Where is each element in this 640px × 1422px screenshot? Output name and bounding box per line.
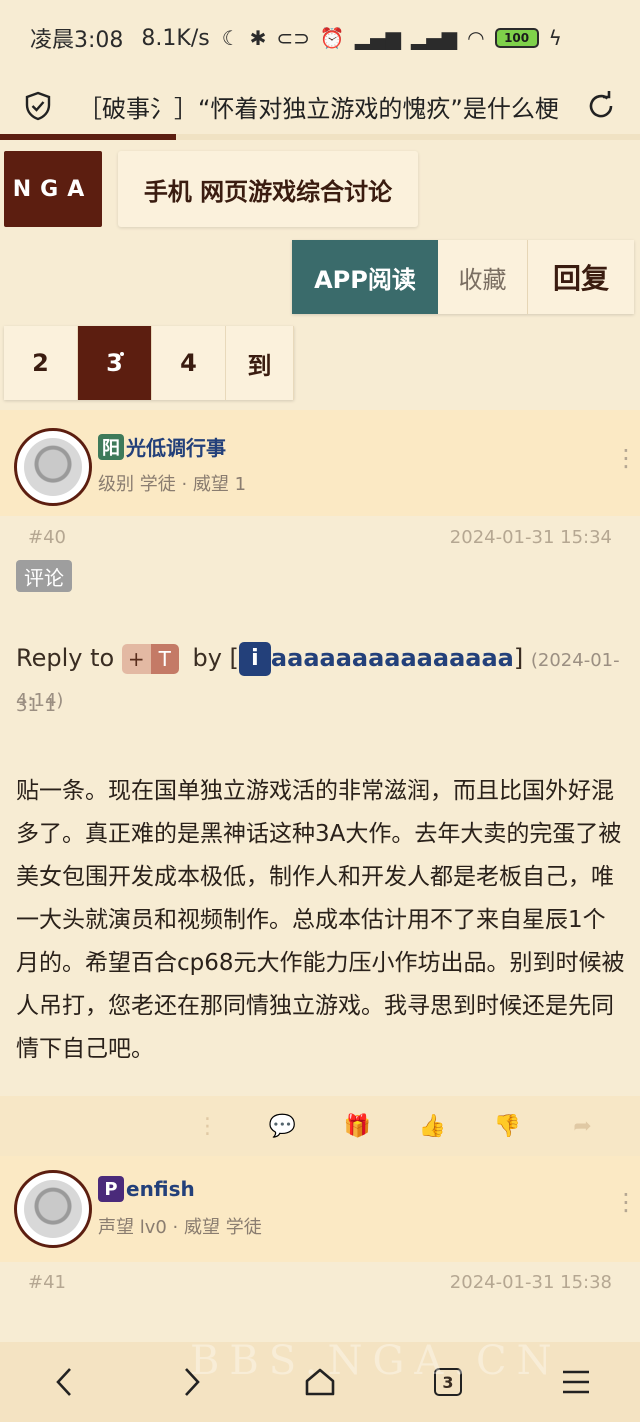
reply-chip-t[interactable]: T — [150, 644, 179, 674]
wifi-icon: ◠ — [467, 26, 485, 50]
user-meta: 级别 学徒 · 威望 1 — [98, 474, 247, 495]
more-icon[interactable]: ⋮ — [193, 1114, 223, 1139]
reply-reference: Reply to + T by [i aaaaaaaaaaaaaaa] (2024-… — [16, 637, 620, 727]
reply-username[interactable]: aaaaaaaaaaaaaaa — [271, 644, 514, 672]
board-title[interactable]: 手机 网页游戏综合讨论 — [118, 151, 418, 227]
tabs-button[interactable]: 3 — [418, 1352, 478, 1412]
user-badge: P — [98, 1176, 124, 1202]
signal-icon-2: ▂▄▆ — [410, 26, 458, 50]
reply-by: by — [192, 644, 222, 672]
page-load-progress — [0, 134, 640, 140]
floor-number[interactable]: #40 — [28, 527, 66, 548]
avatar[interactable] — [14, 1170, 92, 1248]
address-bar[interactable]: ［破事氵］“怀着对独立游戏的愧疚”是什么梗 — [0, 76, 640, 136]
post-time: 2024-01-31 15:34 — [449, 527, 612, 548]
action-bar: APP阅读 收藏 回复 — [292, 240, 634, 314]
user-badge: 阳 — [98, 433, 124, 460]
reply-button[interactable]: 回复 — [528, 240, 634, 314]
floor-number[interactable]: #41 — [28, 1272, 66, 1293]
shield-check-icon[interactable] — [22, 90, 54, 122]
link-icon: ⊂⊃ — [276, 26, 310, 50]
forward-icon[interactable] — [162, 1352, 222, 1412]
tab-count: 3 — [434, 1368, 462, 1396]
share-icon[interactable]: ➦ — [568, 1114, 598, 1139]
reply-user-badge: i — [238, 642, 271, 676]
post-header: 阳 光低调行事 级别 学徒 · 威望 1 ⋮ — [0, 410, 640, 516]
user-meta: 声望 lv0 · 威望 学徒 — [98, 1217, 262, 1238]
username[interactable]: P enfish — [98, 1176, 195, 1202]
pagination: 2 3 4 到 — [4, 326, 294, 400]
username-text: 光低调行事 — [126, 436, 226, 460]
page-button[interactable]: 2 — [4, 326, 78, 400]
charging-icon: ϟ — [548, 26, 562, 50]
app-read-button[interactable]: APP阅读 — [292, 240, 438, 314]
favorite-button[interactable]: 收藏 — [438, 240, 528, 314]
reply-prefix: Reply to — [16, 644, 115, 672]
bluetooth-icon: ✱ — [249, 26, 267, 50]
post-header: P enfish 声望 lv0 · 威望 学徒 ⋮ — [0, 1156, 640, 1262]
bracket-close: ] — [513, 644, 524, 672]
menu-icon[interactable] — [546, 1352, 606, 1412]
bracket-open: [ — [229, 644, 239, 672]
more-options-icon[interactable]: ⋮ — [614, 446, 638, 470]
post-toolbar: ⋮ 💬 🎁 👍 👎 ➦ — [0, 1096, 640, 1156]
thumbs-up-icon[interactable]: 👍 — [418, 1114, 448, 1139]
nga-logo[interactable]: NGA — [4, 151, 102, 227]
page-title[interactable]: ［破事氵］“怀着对独立游戏的愧疚”是什么梗 — [78, 89, 564, 124]
reply-chip-plus[interactable]: + — [121, 644, 151, 674]
reload-icon[interactable] — [584, 89, 618, 123]
reply-time-wrap: 4:14) — [16, 690, 64, 711]
username[interactable]: 阳 光低调行事 — [98, 432, 226, 461]
signal-icon: ▂▄▆ — [354, 26, 401, 50]
page-button[interactable]: 4 — [152, 326, 226, 400]
thumbs-down-icon[interactable]: 👎 — [493, 1114, 523, 1139]
goto-page-button[interactable]: 到 — [226, 326, 294, 400]
more-options-icon[interactable]: ⋮ — [614, 1190, 638, 1214]
back-icon[interactable] — [34, 1352, 94, 1412]
moon-icon: ☾ — [221, 26, 240, 50]
post-content: 贴一条。现在国单独立游戏活的非常滋润，而且比国外好混多了。真正难的是黑神话这种3… — [16, 778, 625, 1062]
home-icon[interactable] — [290, 1352, 350, 1412]
page-button-current[interactable]: 3 — [78, 326, 152, 400]
status-time: 凌晨3:08 — [30, 28, 124, 53]
username-text: enfish — [126, 1177, 195, 1201]
avatar[interactable] — [14, 428, 92, 506]
comment-icon[interactable]: 💬 — [268, 1114, 298, 1139]
battery-icon: 100 — [494, 28, 539, 48]
post-time: 2024-01-31 15:38 — [449, 1272, 612, 1293]
network-speed: 8.1K/s — [141, 25, 210, 51]
status-bar: 凌晨3:08 8.1K/s ☾ ✱ ⊂⊃ ⏰ ▂▄▆ ▂▄▆ ◠ 100 ϟ — [0, 0, 640, 76]
browser-bottom-nav: 3 — [0, 1342, 640, 1422]
post-tag: 评论 — [16, 560, 72, 592]
alarm-icon: ⏰ — [319, 26, 345, 50]
gift-icon[interactable]: 🎁 — [343, 1114, 373, 1139]
